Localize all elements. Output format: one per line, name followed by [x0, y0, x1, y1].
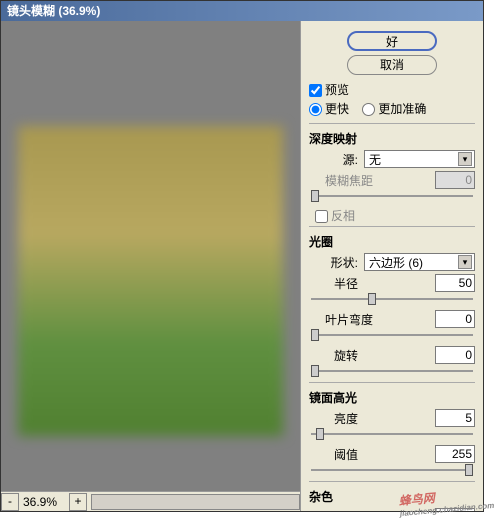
rotation-input[interactable]: 0: [435, 346, 475, 364]
chevron-down-icon: ▾: [458, 255, 472, 269]
focal-slider: [311, 193, 473, 199]
preview-image: [18, 126, 283, 436]
focal-input: 0: [435, 171, 475, 189]
source-select[interactable]: 无 ▾: [364, 150, 475, 168]
ok-button[interactable]: 好: [347, 31, 437, 51]
depth-group-label: 深度映射: [309, 130, 475, 147]
amount-label: 数量: [309, 509, 364, 512]
preview-checkbox[interactable]: [309, 84, 322, 97]
brightness-slider[interactable]: [311, 431, 473, 437]
preview-area[interactable]: [1, 21, 300, 491]
shape-select[interactable]: 六边形 (6) ▾: [364, 253, 475, 271]
accurate-label: 更加准确: [378, 102, 426, 116]
iris-group-label: 光圈: [309, 233, 475, 250]
rotation-slider[interactable]: [311, 368, 473, 374]
brightness-input[interactable]: 5: [435, 409, 475, 427]
source-value: 无: [369, 151, 381, 168]
faster-label: 更快: [325, 102, 349, 116]
preview-checkbox-row: 预览: [309, 81, 475, 98]
accurate-radio[interactable]: [362, 103, 375, 116]
zoom-out-button[interactable]: -: [1, 493, 19, 511]
invert-checkbox[interactable]: [315, 210, 328, 223]
preview-pane: - 36.9% +: [1, 21, 301, 511]
source-label: 源:: [309, 151, 364, 168]
rotation-label: 旋转: [309, 347, 364, 364]
radius-slider[interactable]: [311, 296, 473, 302]
threshold-label: 阈值: [309, 446, 364, 463]
radius-input[interactable]: 50: [435, 274, 475, 292]
zoom-in-button[interactable]: +: [69, 493, 87, 511]
faster-radio[interactable]: [309, 103, 322, 116]
zoom-value: 36.9%: [19, 495, 69, 509]
lens-blur-dialog: 镜头模糊 (36.9%) - 36.9% + 好 取消 预览 更快 更加准确: [0, 0, 484, 512]
title-bar[interactable]: 镜头模糊 (36.9%): [1, 1, 483, 21]
dialog-content: - 36.9% + 好 取消 预览 更快 更加准确 深度映射 源:: [1, 21, 483, 511]
threshold-slider[interactable]: [311, 467, 473, 473]
shape-label: 形状:: [309, 254, 364, 271]
preview-toolbar: - 36.9% +: [1, 491, 300, 511]
curvature-slider[interactable]: [311, 332, 473, 338]
specular-group-label: 镜面高光: [309, 389, 475, 406]
controls-panel: 好 取消 预览 更快 更加准确 深度映射 源: 无 ▾ 模糊焦距: [301, 21, 483, 511]
preview-label: 预览: [325, 83, 349, 97]
chevron-down-icon: ▾: [458, 152, 472, 166]
brightness-label: 亮度: [309, 410, 364, 427]
cancel-button[interactable]: 取消: [347, 55, 437, 75]
shape-value: 六边形 (6): [369, 254, 423, 271]
threshold-input[interactable]: 255: [435, 445, 475, 463]
curvature-label: 叶片弯度: [309, 311, 379, 328]
curvature-input[interactable]: 0: [435, 310, 475, 328]
quality-radio-row: 更快 更加准确: [309, 100, 475, 117]
focal-label: 模糊焦距: [309, 172, 379, 189]
horizontal-scrollbar[interactable]: [91, 494, 300, 510]
invert-label: 反相: [331, 209, 355, 223]
radius-label: 半径: [309, 275, 364, 292]
